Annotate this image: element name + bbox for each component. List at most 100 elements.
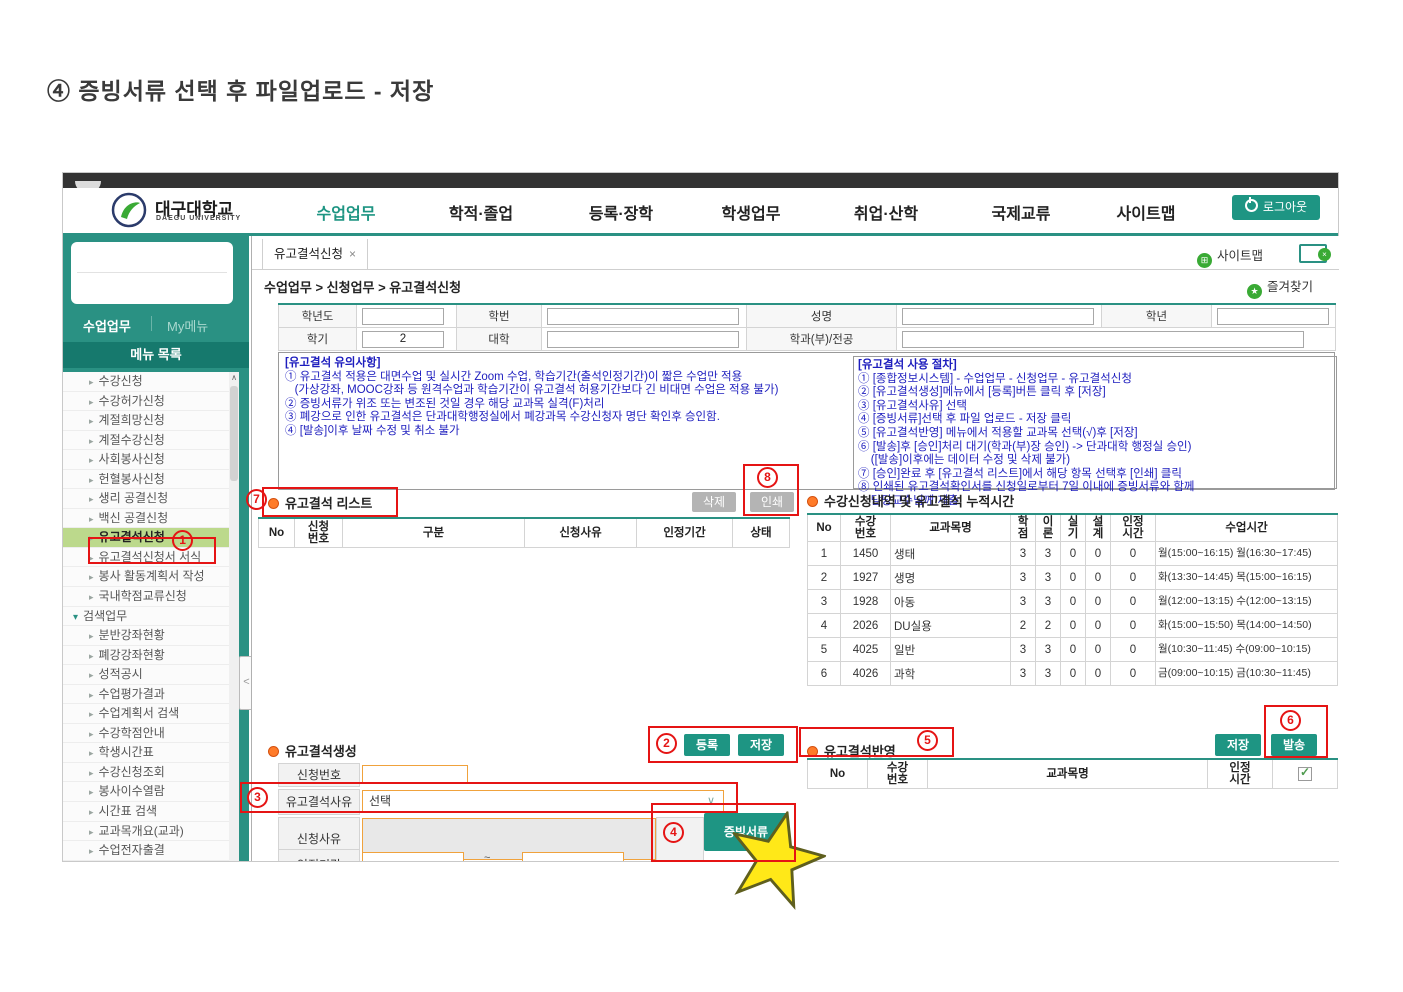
sidebar-item-closed-courses[interactable]: ▸폐강강좌현황 xyxy=(63,646,229,666)
col-type: 구분 xyxy=(343,518,525,548)
table-row[interactable]: 21927생명33000화(13:30~14:45) 목(15:00~16:15… xyxy=(808,566,1338,590)
cell xyxy=(357,304,457,328)
absence-list-table: No 신청 번호 구분 신청사유 인정기간 상태 xyxy=(258,517,790,548)
arrow-icon: ▸ xyxy=(89,494,94,504)
sidebar-item-bunban[interactable]: ▸분반강좌현황 xyxy=(63,626,229,646)
breadcrumb-row: 수업업무 > 신청업무 > 유고결석신청 ★즐겨찾기 xyxy=(252,269,1339,299)
apply-save-button[interactable]: 저장 xyxy=(1215,734,1261,756)
col-status: 상태 xyxy=(733,518,790,548)
table-row[interactable]: 54025일반33000월(10:30~11:45) 수(09:00~10:15… xyxy=(808,638,1338,662)
sidebar-item-sugang-lookup[interactable]: ▸수강신청조회 xyxy=(63,763,229,783)
sidebar-item-blood-service[interactable]: ▸헌혈봉사신청 xyxy=(63,470,229,490)
annotation-circle-2: 2 xyxy=(656,733,677,754)
sidebar-item-domestic-credit[interactable]: ▸국내학점교류신청 xyxy=(63,587,229,607)
breadcrumb: 수업업무 > 신청업무 > 유고결석신청 xyxy=(264,277,461,296)
sidebar-item-vaccine-absence[interactable]: ▸백신 공결신청 xyxy=(63,509,229,529)
sidebar-tab-mymenu[interactable]: My메뉴 xyxy=(167,316,208,335)
logout-button[interactable]: 로그아웃 xyxy=(1232,195,1320,220)
arrow-icon: ▸ xyxy=(89,709,94,719)
tab-bar: 유고결석신청× ⊞사이트맵 × xyxy=(252,236,1339,270)
cell xyxy=(897,304,1102,328)
sidebar-item-credit-guide[interactable]: ▸수강학점안내 xyxy=(63,724,229,744)
label-year: 학년도 xyxy=(279,304,357,328)
favorite-link[interactable]: ★즐겨찾기 xyxy=(1247,276,1313,299)
arrow-icon: ▸ xyxy=(89,846,94,856)
arrow-icon: ▸ xyxy=(89,690,94,700)
period-end-input[interactable] xyxy=(522,852,624,861)
annotation-circle-7: 7 xyxy=(246,489,267,510)
power-icon xyxy=(1245,199,1258,212)
sidebar-item-timetable-search[interactable]: ▸시간표 검색 xyxy=(63,802,229,822)
annotation-circle-5: 5 xyxy=(917,730,938,751)
tab-yugo-absence[interactable]: 유고결석신청× xyxy=(262,239,368,269)
nav-sitemap[interactable]: 사이트맵 xyxy=(1096,200,1196,224)
sidebar-item-clipped[interactable]: ▸수업전자출결 xyxy=(63,841,229,861)
sidebar-item-eval-result[interactable]: ▸수업평가결과 xyxy=(63,685,229,705)
arrow-icon: ▸ xyxy=(89,631,94,641)
arrow-icon: ▸ xyxy=(89,397,94,407)
app-header: 대구대학교 DAEGU UNIVERSITY 수업업무 학적·졸업 등록·장학 … xyxy=(63,188,1338,233)
arrow-icon: ▸ xyxy=(89,455,94,465)
scroll-up-icon[interactable]: ∧ xyxy=(229,372,239,384)
label-period: 인정기간 xyxy=(278,849,360,861)
sidebar-item-social-service[interactable]: ▸사회봉사신청 xyxy=(63,450,229,470)
label-grade: 학년 xyxy=(1102,304,1212,328)
label-semester: 학기 xyxy=(279,328,357,351)
table-row[interactable]: 31928아동33000월(12:00~13:15) 수(12:00~13:15… xyxy=(808,590,1338,614)
sidebar-item-service-plan[interactable]: ▸봉사 활동계획서 작성 xyxy=(63,567,229,587)
grade-input[interactable] xyxy=(1217,308,1329,325)
apply-table: No 수강 번호 교과목명 인정 시간 ✓ xyxy=(807,758,1338,789)
sidebar-item-course-outline[interactable]: ▸교과목개요(교과) xyxy=(63,822,229,842)
menu-list-header: 메뉴 목록 xyxy=(63,342,249,368)
sidebar-item-timetable[interactable]: ▸학생시간표 xyxy=(63,743,229,763)
notice-right: [유고결석 사용 절차] ① [종합정보시스템] - 수업업무 - 신청업무 -… xyxy=(853,356,1337,489)
main-content: 유고결석신청× ⊞사이트맵 × 수업업무 > 신청업무 > 유고결석신청 ★즐겨… xyxy=(251,236,1339,861)
delete-button[interactable]: 삭제 xyxy=(692,492,736,512)
nav-career[interactable]: 취업·산학 xyxy=(836,200,936,224)
cell xyxy=(897,328,1336,351)
table-row[interactable]: 42026DU실용22000화(15:00~15:50) 목(14:00~14:… xyxy=(808,614,1338,638)
sidebar-item-menstrual-absence[interactable]: ▸생리 공결신청 xyxy=(63,489,229,509)
sidebar-item-syllabus-search[interactable]: ▸수업계획서 검색 xyxy=(63,704,229,724)
sidebar-item-season-hope[interactable]: ▸계절희망신청 xyxy=(63,411,229,431)
sidebar-item-season-sugang[interactable]: ▸계절수강신청 xyxy=(63,431,229,451)
nav-international[interactable]: 국제교류 xyxy=(971,200,1071,224)
sitemap-link[interactable]: ⊞사이트맵 xyxy=(1197,245,1263,268)
cell: 2 xyxy=(357,328,457,351)
sidebar-item-sugang[interactable]: ▸수강신청 xyxy=(63,372,229,392)
table-row[interactable]: 11450생태33000월(15:00~16:15) 월(16:30~17:45… xyxy=(808,542,1338,566)
star-icon: ★ xyxy=(1247,284,1262,299)
sidebar-tab-classwork[interactable]: 수업업무 xyxy=(83,316,131,335)
nav-student-affairs[interactable]: 학생업무 xyxy=(701,200,801,224)
checked-checkbox-icon[interactable]: ✓ xyxy=(1298,767,1312,781)
year-input[interactable] xyxy=(362,308,444,325)
nav-records[interactable]: 학적·졸업 xyxy=(431,200,531,224)
nav-classwork[interactable]: 수업업무 xyxy=(296,200,396,224)
cell xyxy=(542,304,747,328)
major-input[interactable] xyxy=(902,331,1304,348)
menu-scrollbar[interactable]: ∧ xyxy=(229,372,239,861)
student-info-form: 학년도 학번 성명 학년 학기 2 대학 학과(부)/전공 xyxy=(278,303,1336,351)
name-input[interactable] xyxy=(902,308,1094,325)
nav-registration[interactable]: 등록·장학 xyxy=(571,200,671,224)
bullet-icon xyxy=(268,746,279,757)
arrow-icon: ▸ xyxy=(89,475,94,485)
label-student-no: 학번 xyxy=(457,304,542,328)
arrow-icon: ▸ xyxy=(89,436,94,446)
multi-window-icon[interactable]: × xyxy=(1299,244,1327,263)
college-input[interactable] xyxy=(547,331,739,348)
label-college: 대학 xyxy=(457,328,542,351)
sidebar-group-search[interactable]: ▾검색업무 xyxy=(63,607,229,627)
sidebar-item-sugang-permit[interactable]: ▸수강허가신청 xyxy=(63,392,229,412)
student-no-input[interactable] xyxy=(547,308,739,325)
table-row[interactable]: 64026과학33000금(09:00~10:15) 금(10:30~11:45… xyxy=(808,662,1338,686)
close-icon[interactable]: × xyxy=(349,247,356,261)
arrow-icon: ▸ xyxy=(89,670,94,680)
scroll-thumb[interactable] xyxy=(230,386,238,481)
sidebar-item-grade-notice[interactable]: ▸성적공시 xyxy=(63,665,229,685)
semester-input[interactable]: 2 xyxy=(362,331,444,348)
arrow-icon: ▸ xyxy=(89,729,94,739)
period-start-input[interactable] xyxy=(362,852,464,861)
sidebar-item-service-record[interactable]: ▸봉사이수열람 xyxy=(63,782,229,802)
label-major: 학과(부)/전공 xyxy=(747,328,897,351)
